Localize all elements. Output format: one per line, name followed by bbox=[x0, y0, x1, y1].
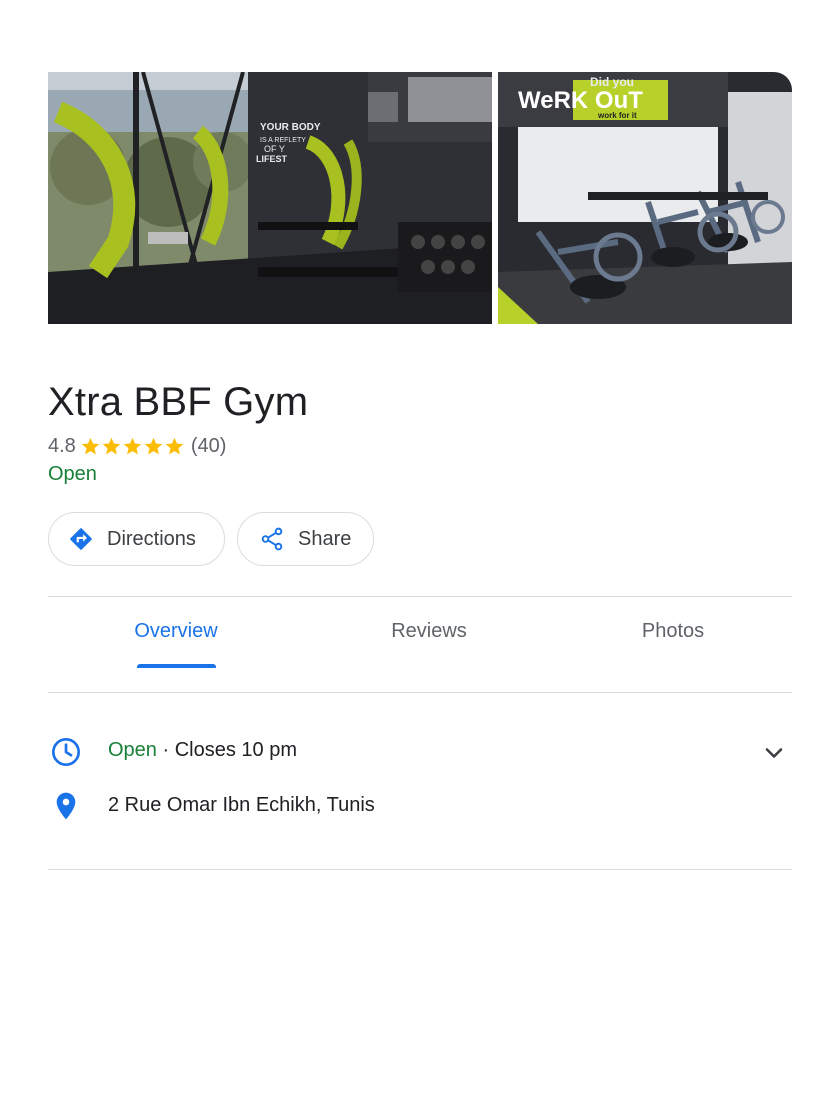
wall-sign-line-1: YOUR BODY bbox=[260, 122, 321, 133]
rating-row[interactable]: 4.8 (40) bbox=[48, 433, 226, 459]
photo-strip: YOUR BODY IS A REFLETY OF Y LIFEST Did y… bbox=[48, 72, 792, 324]
wall-sign-line-2: IS A REFLETY bbox=[260, 137, 306, 144]
star-icon bbox=[165, 437, 184, 454]
hours-closing-time: · Closes 10 pm bbox=[156, 739, 297, 761]
chevron-down-icon[interactable] bbox=[760, 739, 788, 767]
rating-value: 4.8 bbox=[48, 434, 76, 457]
star-icon bbox=[144, 437, 163, 454]
address[interactable]: 2 Rue Omar Ibn Echikh, Tunis bbox=[108, 794, 375, 817]
open-status: Open bbox=[48, 463, 97, 485]
clock-icon bbox=[52, 738, 80, 766]
review-count[interactable]: (40) bbox=[191, 435, 227, 458]
share-icon bbox=[261, 527, 283, 551]
hours-open-status: Open bbox=[108, 739, 157, 761]
place-panel: YOUR BODY IS A REFLETY OF Y LIFEST Did y… bbox=[0, 0, 840, 1101]
active-tab-indicator bbox=[137, 664, 216, 668]
divider bbox=[48, 596, 792, 597]
tab-photos[interactable]: Photos bbox=[618, 620, 728, 643]
hours-summary[interactable]: Open · Closes 10 pm bbox=[108, 739, 297, 762]
directions-diamond-icon bbox=[70, 528, 92, 550]
share-button[interactable]: Share bbox=[237, 512, 374, 566]
gym-photo-bikes[interactable]: Did you WeRK OuT work for it bbox=[498, 72, 792, 324]
place-title: Xtra BBF Gym bbox=[48, 380, 309, 424]
tab-overview[interactable]: Overview bbox=[120, 620, 232, 643]
map-pin-icon bbox=[56, 792, 76, 820]
wall-sign-line-3: OF Y bbox=[264, 144, 285, 154]
star-icon bbox=[81, 437, 100, 454]
wall-sign-line-4: LIFEST bbox=[256, 154, 288, 164]
banner-sub-text: work for it bbox=[597, 111, 637, 120]
divider bbox=[48, 692, 792, 693]
directions-button[interactable]: Directions bbox=[48, 512, 225, 566]
gym-photo-machines[interactable]: YOUR BODY IS A REFLETY OF Y LIFEST bbox=[48, 72, 492, 324]
banner-title-text: WeRK OuT bbox=[518, 87, 643, 114]
star-rating bbox=[80, 436, 185, 457]
star-icon bbox=[102, 437, 121, 454]
star-icon bbox=[123, 437, 142, 454]
divider bbox=[48, 869, 792, 870]
share-label: Share bbox=[298, 527, 352, 550]
directions-label: Directions bbox=[107, 527, 196, 550]
tab-reviews[interactable]: Reviews bbox=[370, 620, 488, 643]
